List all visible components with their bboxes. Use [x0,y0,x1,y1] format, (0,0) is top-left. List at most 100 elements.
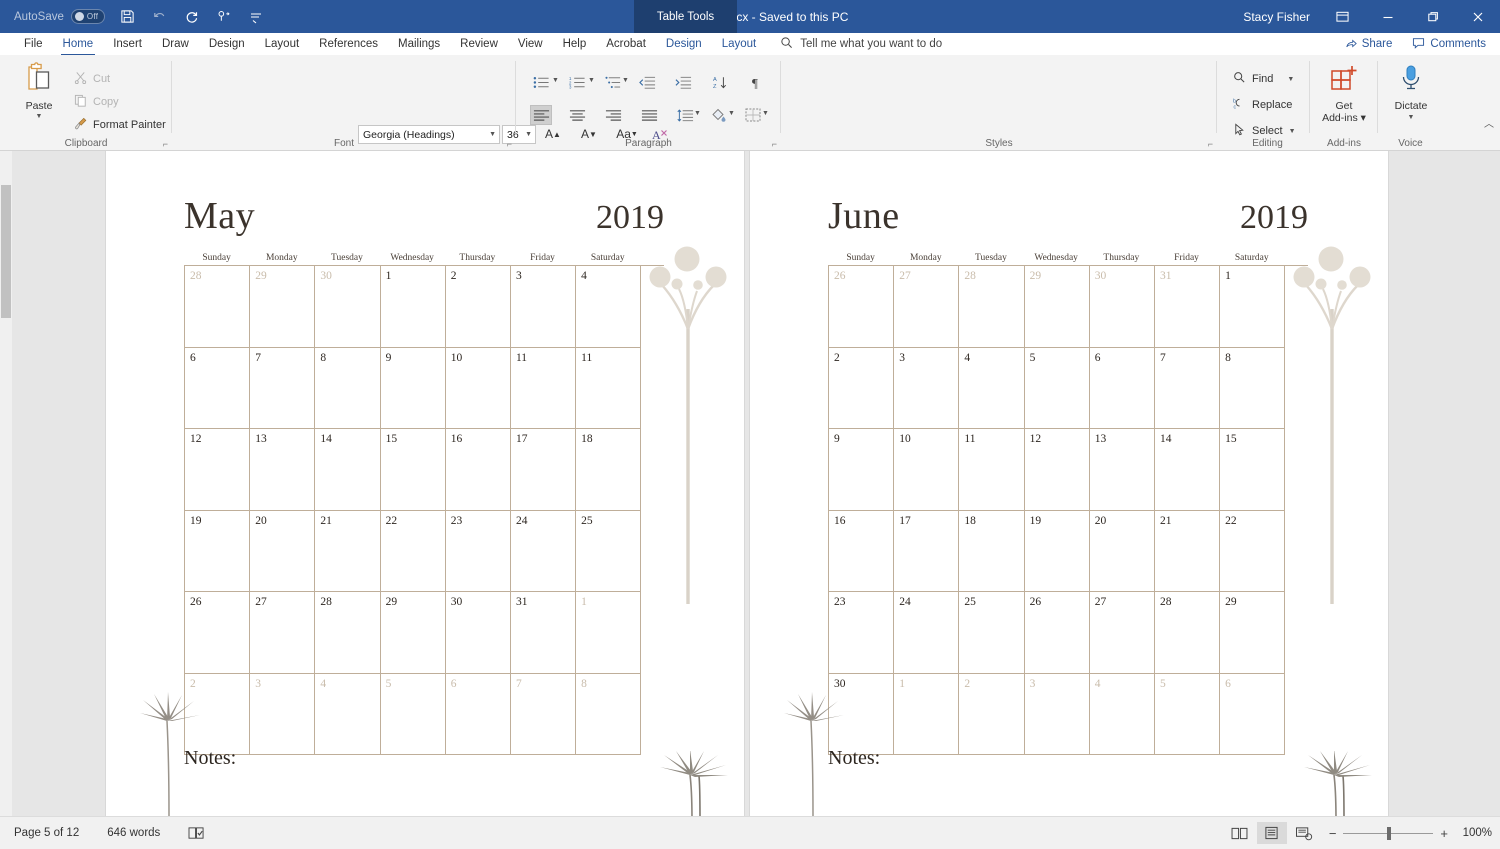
paragraph-dialog-launcher[interactable]: ⌐ [772,139,777,149]
minimize-button[interactable] [1365,0,1410,33]
calendar-day-cell[interactable]: 2 [185,673,251,755]
calendar-day-cell[interactable]: 6 [185,347,251,429]
calendar-day-cell[interactable]: 6 [1220,673,1286,755]
calendar-day-cell[interactable]: 30 [315,266,381,348]
calendar-day-cell[interactable]: 4 [315,673,381,755]
tab-design[interactable]: Design [199,35,255,53]
calendar-day-cell[interactable]: 27 [250,592,316,674]
calendar-day-cell[interactable]: 27 [1089,592,1155,674]
calendar-day-cell[interactable]: 3 [894,347,960,429]
calendar-day-cell[interactable]: 5 [380,673,446,755]
calendar-day-cell[interactable]: 3 [1024,673,1090,755]
calendar-day-cell[interactable]: 10 [445,347,511,429]
share-button[interactable]: Share [1337,35,1401,54]
calendar-day-cell[interactable]: 15 [1220,429,1286,511]
document-page-june[interactable]: June 2019 Sunday Monday Tuesday Wednesda… [750,151,1388,816]
zoom-level-label[interactable]: 100% [1458,827,1492,839]
close-button[interactable] [1455,0,1500,33]
show-formatting-marks-icon[interactable]: ¶ [746,72,768,92]
tab-table-design[interactable]: Design [656,35,712,53]
calendar-day-cell[interactable]: 2 [959,673,1025,755]
dictate-dropdown-caret[interactable]: ▼ [1408,114,1415,121]
borders-caret[interactable]: ▼ [762,110,769,117]
calendar-day-cell[interactable]: 18 [959,510,1025,592]
redo-icon[interactable] [177,3,207,31]
calendar-day-cell[interactable]: 11 [576,347,642,429]
calendar-day-cell[interactable]: 26 [829,266,895,348]
bullets-icon[interactable] [530,72,552,92]
calendar-day-cell[interactable]: 21 [1154,510,1221,592]
calendar-day-cell[interactable]: 23 [829,592,895,674]
print-layout-view-button[interactable] [1256,822,1287,844]
calendar-day-cell[interactable]: 29 [250,266,316,348]
document-page-may[interactable]: May 2019 Sunday Monday Tuesday Wednesday… [106,151,744,816]
multilevel-dropdown-caret[interactable]: ▼ [622,77,629,84]
calendar-day-cell[interactable]: 4 [959,347,1025,429]
shading-caret[interactable]: ▼ [728,110,735,117]
calendar-day-cell[interactable]: 24 [510,510,577,592]
scrollbar-thumb[interactable] [1,185,11,318]
calendar-day-cell[interactable]: 19 [185,510,251,592]
calendar-day-cell[interactable]: 5 [1154,673,1221,755]
calendar-day-cell[interactable]: 14 [315,429,381,511]
zoom-slider[interactable]: − + [1321,826,1456,841]
ribbon-display-options-icon[interactable] [1320,0,1365,33]
touch-mode-icon[interactable] [209,3,239,31]
restore-button[interactable] [1410,0,1455,33]
word-count[interactable]: 646 words [93,827,174,839]
zoom-thumb[interactable] [1387,826,1392,840]
calendar-day-cell[interactable]: 19 [1024,510,1090,592]
calendar-day-cell[interactable]: 31 [510,592,577,674]
decrease-indent-icon[interactable] [636,72,658,92]
sort-icon[interactable]: AZ [710,72,732,92]
find-dropdown-caret[interactable]: ▼ [1287,76,1294,83]
autosave-switch[interactable]: Off [70,9,105,24]
paste-dropdown-caret[interactable]: ▼ [36,113,43,120]
increase-indent-icon[interactable] [672,72,694,92]
line-spacing-caret[interactable]: ▼ [694,110,701,117]
customize-qat-icon[interactable] [241,3,271,31]
calendar-day-cell[interactable]: 23 [445,510,511,592]
calendar-day-cell[interactable]: 17 [510,429,577,511]
autosave-toggle[interactable]: AutoSave Off [8,7,111,26]
tab-layout[interactable]: Layout [255,35,310,53]
calendar-day-cell[interactable]: 5 [1024,347,1090,429]
calendar-day-cell[interactable]: 20 [1089,510,1155,592]
calendar-day-cell[interactable]: 10 [894,429,960,511]
tab-draw[interactable]: Draw [152,35,199,53]
calendar-day-cell[interactable]: 17 [894,510,960,592]
save-icon[interactable] [113,3,143,31]
calendar-day-cell[interactable]: 8 [576,673,642,755]
proofing-errors-icon[interactable] [174,826,219,841]
clipboard-dialog-launcher[interactable]: ⌐ [163,139,168,149]
calendar-day-cell[interactable]: 25 [959,592,1025,674]
calendar-day-cell[interactable]: 22 [1220,510,1286,592]
numbering-dropdown-caret[interactable]: ▼ [588,77,595,84]
format-painter-button[interactable]: Format Painter [74,115,166,135]
web-layout-view-button[interactable] [1289,822,1319,844]
calendar-day-cell[interactable]: 16 [445,429,511,511]
calendar-day-cell[interactable]: 25 [576,510,642,592]
undo-icon[interactable] [145,3,175,31]
tab-help[interactable]: Help [553,35,597,53]
tab-mailings[interactable]: Mailings [388,35,450,53]
paste-button[interactable]: Paste ▼ [16,61,62,133]
calendar-day-cell[interactable]: 24 [894,592,960,674]
calendar-day-cell[interactable]: 28 [315,592,381,674]
align-left-icon[interactable] [530,105,552,125]
calendar-day-cell[interactable]: 7 [1154,347,1221,429]
calendar-day-cell[interactable]: 29 [1220,592,1286,674]
tab-home[interactable]: Home [53,35,104,56]
calendar-day-cell[interactable]: 12 [185,429,251,511]
align-center-icon[interactable] [566,105,588,125]
calendar-day-cell[interactable]: 4 [1089,673,1155,755]
calendar-day-cell[interactable]: 28 [1154,592,1221,674]
bullets-dropdown-caret[interactable]: ▼ [552,77,559,84]
calendar-day-cell[interactable]: 9 [380,347,446,429]
calendar-day-cell[interactable]: 30 [445,592,511,674]
zoom-out-button[interactable]: − [1329,826,1337,841]
calendar-day-cell[interactable]: 2 [445,266,511,348]
calendar-day-cell[interactable]: 28 [185,266,251,348]
calendar-day-cell[interactable]: 8 [315,347,381,429]
tab-view[interactable]: View [508,35,553,53]
